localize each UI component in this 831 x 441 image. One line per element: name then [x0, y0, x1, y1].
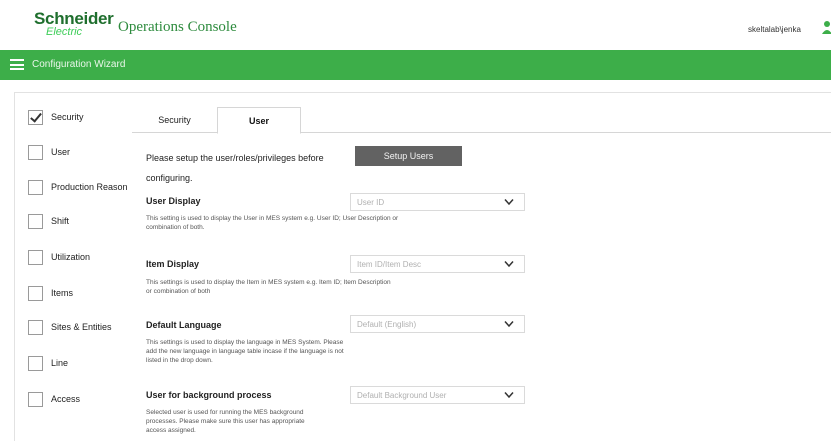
- select-value: Item ID/Item Desc: [357, 260, 422, 269]
- intro-line: configuring.: [146, 173, 193, 183]
- checkbox[interactable]: [28, 179, 43, 195]
- select-value: Default (English): [357, 320, 417, 329]
- sidebar-item-label: Access: [51, 394, 81, 404]
- tab-user[interactable]: User: [217, 107, 301, 134]
- item-display-description: This settings is used to display the Ite…: [146, 278, 461, 296]
- sidebar-item-items[interactable]: Items: [28, 284, 73, 302]
- description-line: Selected user is used for running the ME…: [146, 409, 304, 416]
- description-line: This setting is used to display the User…: [146, 215, 399, 222]
- username[interactable]: skeltalab\jenka: [748, 25, 801, 34]
- checkbox[interactable]: [28, 355, 43, 371]
- sidebar-item-label: User: [51, 147, 71, 157]
- sidebar-item-label: Security: [51, 112, 84, 122]
- default-language-label: Default Language: [146, 320, 222, 330]
- chevron-down-icon: [504, 321, 514, 328]
- chevron-down-icon: [504, 392, 514, 399]
- logo-subtitle: Electric: [46, 26, 83, 38]
- checkbox[interactable]: [28, 285, 43, 301]
- sidebar-item-shift[interactable]: Shift: [28, 212, 69, 230]
- setup-instructions: Please setup the user/roles/privileges b…: [146, 148, 336, 188]
- sidebar-item-label: Shift: [51, 216, 70, 226]
- description-line: listed in the drop down.: [146, 357, 213, 364]
- hamburger-menu-icon[interactable]: [10, 59, 24, 70]
- checkbox-checked[interactable]: [28, 109, 43, 125]
- checkbox[interactable]: [28, 391, 43, 407]
- checkbox[interactable]: [28, 249, 43, 265]
- sidebar-item-label: Utilization: [51, 252, 91, 262]
- description-line: add the new language in language table i…: [146, 348, 344, 355]
- background-user-select[interactable]: Default Background User: [350, 386, 525, 404]
- sidebar-item-label: Sites & Entities: [51, 322, 112, 332]
- description-line: This settings is used to display the Ite…: [146, 279, 391, 286]
- background-user-description: Selected user is used for running the ME…: [146, 408, 461, 435]
- item-display-select[interactable]: Item ID/Item Desc: [350, 255, 525, 273]
- checkbox[interactable]: [28, 213, 43, 229]
- user-icon[interactable]: [822, 20, 831, 34]
- sidebar-item-security[interactable]: Security: [28, 108, 84, 126]
- select-value: Default Background User: [357, 391, 447, 400]
- description-line: or combination of both: [146, 288, 211, 295]
- sidebar-item-label: Line: [51, 358, 69, 368]
- schneider-logo: Schneider Electric: [34, 9, 114, 43]
- chevron-down-icon: [504, 261, 514, 268]
- tab-bar: Security User: [132, 107, 831, 134]
- checkbox[interactable]: [28, 144, 43, 160]
- default-language-select[interactable]: Default (English): [350, 315, 525, 333]
- sidebar-item-sites-entities[interactable]: Sites & Entities: [28, 318, 112, 336]
- description-line: processes. Please make sure this user ha…: [146, 418, 305, 425]
- setup-users-button[interactable]: Setup Users: [355, 146, 462, 166]
- wizard-title: Configuration Wizard: [32, 59, 126, 70]
- sidebar-item-label: Items: [51, 288, 74, 298]
- chevron-down-icon: [504, 199, 514, 206]
- intro-line: Please setup the user/roles/privileges b…: [146, 153, 324, 163]
- app-title: Operations Console: [118, 19, 237, 35]
- description-line: combination of both.: [146, 224, 205, 231]
- sidebar-item-access[interactable]: Access: [28, 390, 80, 408]
- sidebar-item-user[interactable]: User: [28, 143, 70, 161]
- select-value: User ID: [357, 198, 385, 207]
- item-display-label: Item Display: [146, 259, 200, 269]
- sidebar-item-label: Production Reason: [51, 182, 128, 192]
- user-display-description: This setting is used to display the User…: [146, 214, 461, 232]
- sidebar-item-production-reason[interactable]: Production Reason: [28, 178, 128, 196]
- checkbox[interactable]: [28, 319, 43, 335]
- description-line: access assigned.: [146, 427, 196, 434]
- default-language-description: This settings is used to display the lan…: [146, 338, 461, 365]
- top-header: Schneider Electric Operations Console sk…: [0, 0, 831, 50]
- description-line: This settings is used to display the lan…: [146, 339, 344, 346]
- sidebar-item-utilization[interactable]: Utilization: [28, 248, 90, 266]
- user-display-select[interactable]: User ID: [350, 193, 525, 211]
- sidebar-item-line[interactable]: Line: [28, 354, 68, 372]
- user-display-label: User Display: [146, 196, 201, 206]
- tab-security[interactable]: Security: [132, 107, 217, 133]
- background-user-label: User for background process: [146, 390, 272, 400]
